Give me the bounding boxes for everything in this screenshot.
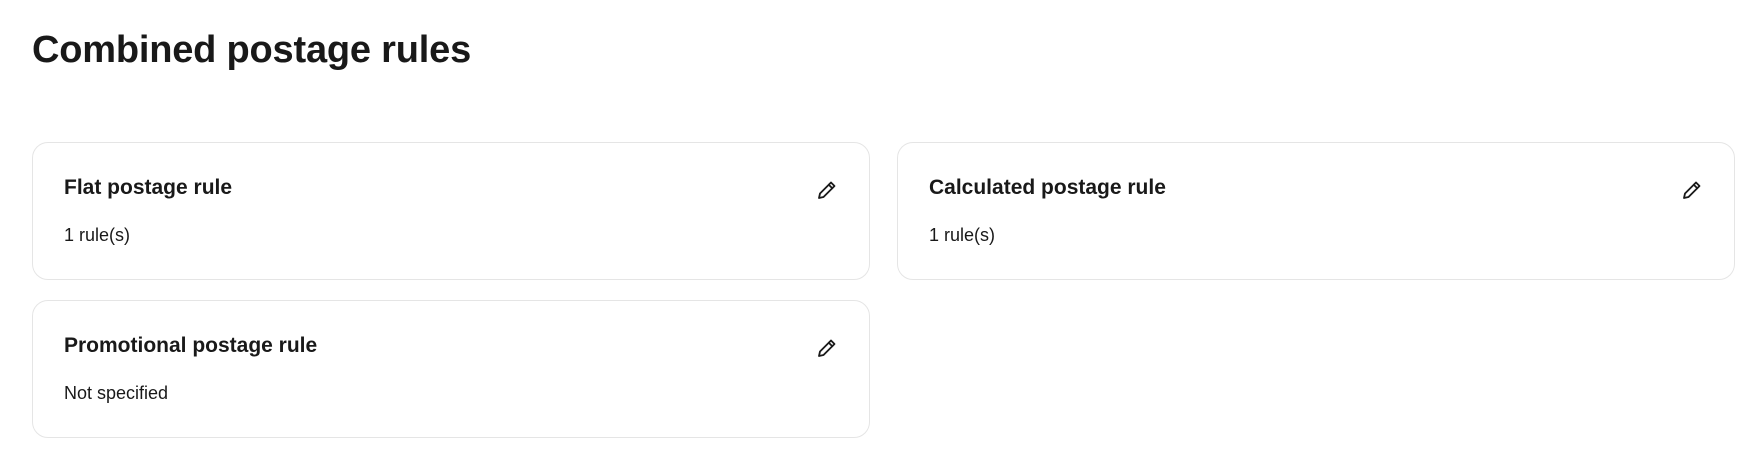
- card-value: 1 rule(s): [64, 225, 131, 245]
- pencil-icon: [815, 336, 839, 360]
- flat-postage-rule-card: Flat postage rule 1 rule(s): [32, 142, 870, 280]
- card-value: Not specified: [64, 383, 169, 403]
- card-title: Calculated postage rule: [929, 176, 1166, 199]
- combined-postage-rules-page: Combined postage rules Flat postage rule…: [0, 0, 1762, 457]
- edit-promotional-postage-rule-button[interactable]: [811, 332, 843, 364]
- card-value: 1 rule(s): [929, 225, 996, 245]
- promotional-postage-rule-card: Promotional postage rule Not specified: [32, 300, 870, 438]
- card-title: Promotional postage rule: [64, 334, 318, 357]
- pencil-icon: [815, 178, 839, 202]
- page-title: Combined postage rules: [32, 29, 472, 71]
- edit-flat-postage-rule-button[interactable]: [811, 174, 843, 206]
- calculated-postage-rule-card: Calculated postage rule 1 rule(s): [897, 142, 1735, 280]
- edit-calculated-postage-rule-button[interactable]: [1676, 174, 1708, 206]
- card-title: Flat postage rule: [64, 176, 233, 199]
- pencil-icon: [1680, 178, 1704, 202]
